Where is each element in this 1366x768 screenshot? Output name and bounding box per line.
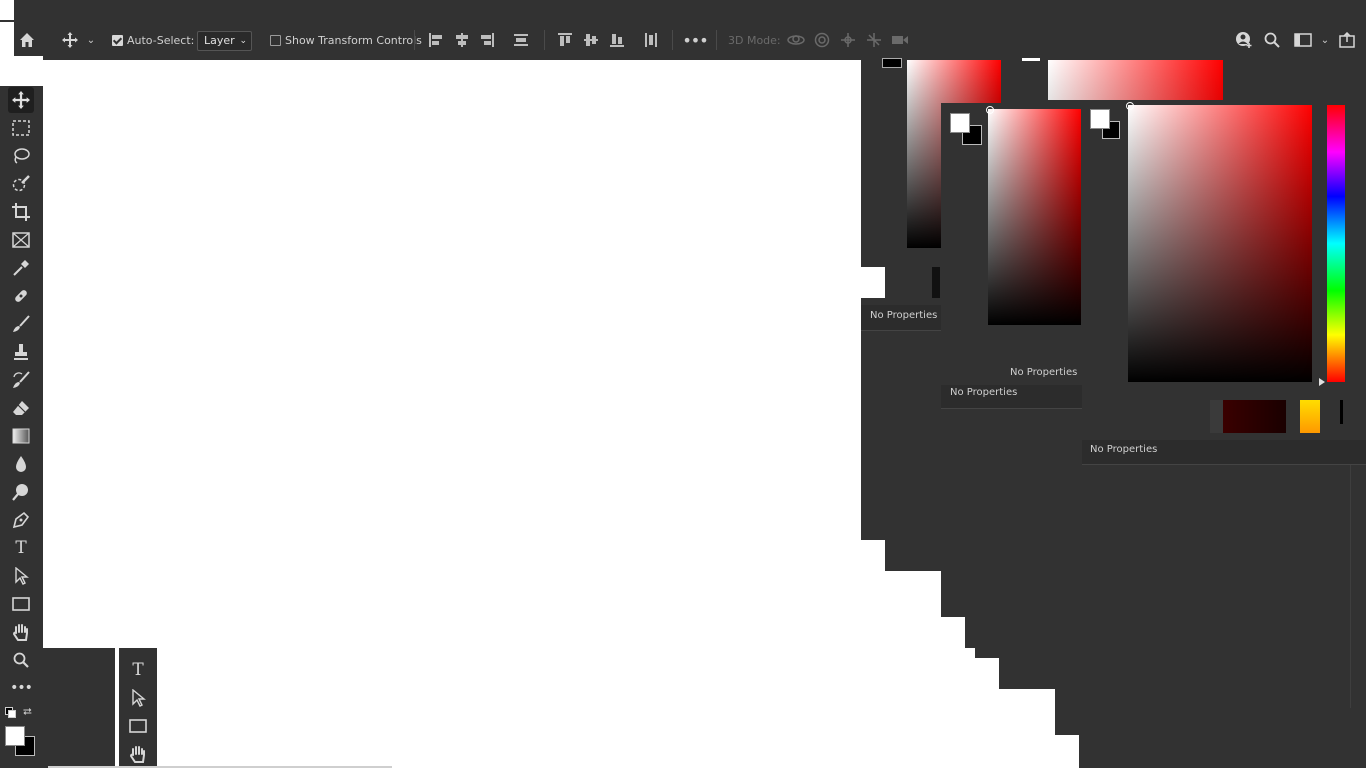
separator	[544, 30, 545, 50]
search-icon[interactable]	[1262, 30, 1282, 50]
hand-icon[interactable]	[8, 619, 34, 645]
auto-select-label: Auto-Select:	[127, 34, 195, 47]
show-transform-checkbox[interactable]	[270, 35, 281, 46]
distribute-vertical-icon[interactable]	[643, 32, 659, 48]
crop-icon[interactable]	[8, 199, 34, 225]
home-icon[interactable]	[17, 30, 37, 50]
swatch-edge	[1022, 58, 1040, 61]
hue-slider-handle[interactable]	[1319, 378, 1325, 386]
align-bottom-icon[interactable]	[609, 32, 625, 48]
foreground-color-swatch[interactable]	[950, 113, 970, 133]
camera-3d-icon	[890, 30, 910, 50]
toolbar-gap	[0, 56, 43, 86]
blur-icon[interactable]	[8, 451, 34, 477]
scrollbar-track[interactable]	[1350, 465, 1351, 708]
pan-3d-icon	[838, 30, 858, 50]
layer-dropdown-value: Layer	[204, 34, 235, 47]
align-right-icon[interactable]	[479, 32, 495, 48]
3d-mode-label: 3D Mode:	[728, 34, 781, 47]
canvas-background	[43, 648, 115, 768]
eraser-icon[interactable]	[8, 395, 34, 421]
edit-toolbar-icon[interactable]: •••	[8, 675, 34, 701]
separator	[414, 30, 415, 50]
color-picker-handle[interactable]	[986, 106, 994, 114]
panel-area	[861, 298, 941, 540]
properties-empty-label: No Properties	[870, 310, 938, 321]
clone-stamp-icon[interactable]	[8, 339, 34, 365]
swatch-slot	[1210, 400, 1224, 433]
properties-empty-label: No Properties	[1090, 444, 1158, 455]
rectangle-icon[interactable]	[125, 713, 151, 739]
orbit-3d-icon	[786, 30, 806, 50]
frame-icon[interactable]	[8, 227, 34, 253]
hand-icon[interactable]	[125, 741, 151, 767]
divider	[861, 330, 941, 331]
chevron-down-icon: ⌄	[239, 36, 247, 46]
lasso-icon[interactable]	[8, 143, 34, 169]
background-color-swatch[interactable]	[882, 58, 902, 68]
show-transform-label: Show Transform Controls	[285, 34, 422, 47]
brush-icon[interactable]	[8, 311, 34, 337]
align-top-icon[interactable]	[557, 32, 573, 48]
workspace-icon[interactable]	[1293, 30, 1313, 50]
pen-icon[interactable]	[8, 507, 34, 533]
foreground-color-swatch[interactable]	[5, 726, 25, 746]
roll-3d-icon	[812, 30, 832, 50]
foreground-color-swatch[interactable]	[1090, 109, 1110, 129]
separator	[716, 30, 717, 50]
move-tool-icon[interactable]	[8, 87, 34, 113]
separator	[672, 30, 673, 50]
rectangular-marquee-icon[interactable]	[8, 115, 34, 141]
chevron-down-icon[interactable]: ⌄	[82, 30, 100, 50]
tools-panel: T ••• ⮂	[0, 86, 43, 768]
divider	[941, 408, 1082, 409]
align-middle-icon[interactable]	[583, 32, 599, 48]
type-icon[interactable]: T	[125, 657, 151, 683]
properties-empty-label: No Properties	[1010, 367, 1078, 378]
swap-colors-icon[interactable]: ⮂	[23, 705, 32, 719]
panel-area	[1079, 735, 1366, 768]
swatch-gold[interactable]	[1300, 400, 1320, 433]
slide-3d-icon	[864, 30, 884, 50]
options-bar-gap	[0, 22, 14, 58]
spot-healing-icon[interactable]	[8, 283, 34, 309]
default-colors-icon[interactable]	[5, 707, 16, 718]
quick-selection-icon[interactable]	[8, 171, 34, 197]
color-picker-handle[interactable]	[1126, 102, 1134, 110]
share-profile-icon[interactable]	[1234, 30, 1254, 50]
rectangle-icon[interactable]	[8, 591, 34, 617]
saturation-brightness-field[interactable]	[1128, 105, 1312, 382]
title-bar	[0, 0, 1366, 21]
properties-empty-label: No Properties	[950, 387, 1018, 398]
history-brush-icon[interactable]	[8, 367, 34, 393]
tools-panel-ghost: T	[119, 648, 157, 768]
slider-fragment	[932, 267, 940, 298]
eyedropper-icon[interactable]	[8, 255, 34, 281]
share-export-icon[interactable]	[1337, 30, 1357, 50]
more-options-icon[interactable]: •••	[682, 30, 708, 50]
path-selection-icon[interactable]	[125, 685, 151, 711]
gradient-icon[interactable]	[8, 423, 34, 449]
title-bar-gap	[0, 0, 14, 20]
dodge-icon[interactable]	[8, 479, 34, 505]
swatch-dark-red[interactable]	[1223, 400, 1286, 433]
divider	[1082, 464, 1366, 465]
color-field[interactable]	[1048, 60, 1223, 100]
align-left-icon[interactable]	[428, 32, 444, 48]
swatch-black[interactable]	[1340, 400, 1343, 424]
auto-select-checkbox[interactable]	[112, 35, 123, 46]
zoom-icon[interactable]	[8, 647, 34, 673]
align-center-icon[interactable]	[454, 32, 470, 48]
hue-slider[interactable]	[1327, 105, 1345, 382]
distribute-icon[interactable]	[513, 32, 529, 48]
type-icon[interactable]: T	[8, 535, 34, 561]
layer-dropdown[interactable]: Layer ⌄	[197, 31, 252, 51]
path-selection-icon[interactable]	[8, 563, 34, 589]
move-tool-preset-icon[interactable]	[60, 30, 80, 50]
color-field[interactable]	[988, 109, 1081, 325]
chevron-down-icon[interactable]: ⌄	[1317, 30, 1333, 50]
